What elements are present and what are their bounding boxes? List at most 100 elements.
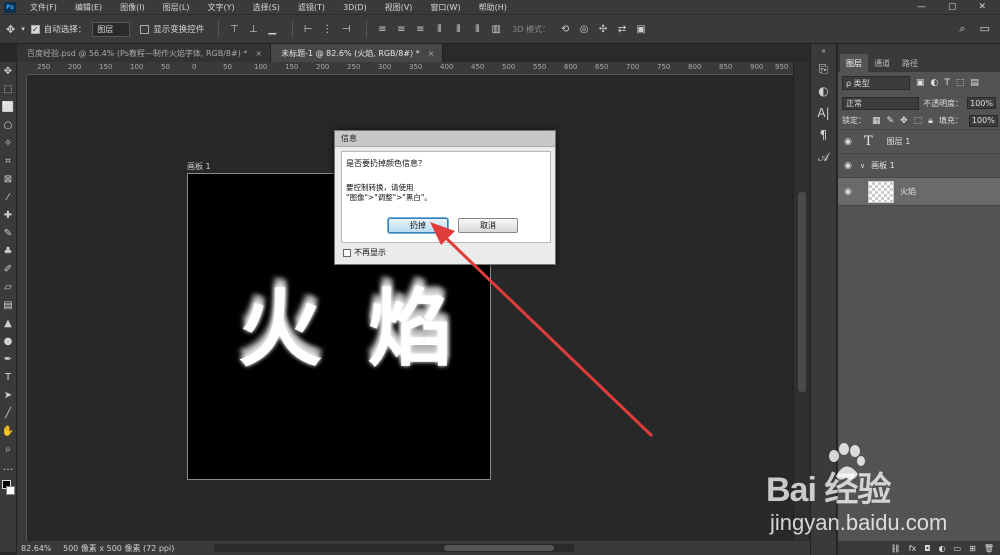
hand-tool-icon[interactable]: ✋ xyxy=(0,422,16,440)
eraser-tool-icon[interactable]: ▱ xyxy=(0,278,16,296)
menu-select[interactable]: 选择(S) xyxy=(245,2,290,13)
tab-layers[interactable]: 图层 xyxy=(840,54,868,72)
slide-3d-icon[interactable]: ⇄ xyxy=(615,23,629,35)
lock-pixels-icon[interactable]: ✎ xyxy=(887,116,895,126)
distribute-left-icon[interactable]: ⦀ xyxy=(432,23,446,35)
tab-paths[interactable]: 路径 xyxy=(896,54,924,72)
tab-close-button[interactable]: × xyxy=(428,49,435,58)
align-bottom-icon[interactable]: ▁ xyxy=(265,23,279,35)
crop-tool-icon[interactable]: ⌗ xyxy=(0,152,16,170)
dodge-tool-icon[interactable]: ● xyxy=(0,332,16,350)
menu-type[interactable]: 文字(Y) xyxy=(199,2,244,13)
layer-row[interactable]: ◉ ∨ 画板 1 xyxy=(838,154,1000,178)
dont-show-again-checkbox[interactable] xyxy=(343,248,351,257)
adjustments-panel-icon[interactable]: ◐ xyxy=(811,80,836,102)
frame-tool-icon[interactable]: ⊠ xyxy=(0,170,16,188)
history-brush-tool-icon[interactable]: ✐ xyxy=(0,260,16,278)
cancel-button[interactable]: 取消 xyxy=(458,218,518,233)
lasso-tool-icon[interactable]: ○ xyxy=(0,116,16,134)
adjustment-filter-icon[interactable]: ◐ xyxy=(931,78,939,88)
shape-filter-icon[interactable]: ⬚ xyxy=(956,78,965,88)
menu-window[interactable]: 窗口(W) xyxy=(422,2,470,13)
drag-3d-icon[interactable]: ✣ xyxy=(596,23,610,35)
type-filter-icon[interactable]: T xyxy=(944,78,950,88)
lock-position-icon[interactable]: ✥ xyxy=(900,116,908,126)
tab-untitled-1[interactable]: 未标题-1 @ 82.6% (火焰, RGB/8#) * × xyxy=(271,44,444,62)
align-vcenter-icon[interactable]: ⊥ xyxy=(246,23,260,35)
pen-tool-icon[interactable]: ✒ xyxy=(0,350,16,368)
menu-layer[interactable]: 图层(L) xyxy=(155,2,200,13)
blur-tool-icon[interactable]: ▲ xyxy=(0,314,16,332)
visibility-eye-icon[interactable]: ◉ xyxy=(838,161,858,171)
distribute-top-icon[interactable]: ≡ xyxy=(375,23,389,35)
scale-3d-icon[interactable]: ▣ xyxy=(634,23,648,35)
layer-row[interactable]: ◉ 火焰 xyxy=(838,178,1000,206)
brush-tool-icon[interactable]: ✎ xyxy=(0,224,16,242)
menu-filter[interactable]: 滤镜(T) xyxy=(290,2,335,13)
horizontal-scrollbar[interactable] xyxy=(214,544,575,552)
document-info[interactable]: 500 像素 x 500 像素 (72 ppi) xyxy=(57,543,174,554)
lock-all-icon[interactable]: 🔒︎ xyxy=(928,116,933,126)
line-tool-icon[interactable]: ╱ xyxy=(0,404,16,422)
stamp-tool-icon[interactable]: ♣ xyxy=(0,242,16,260)
scrollbar-thumb[interactable] xyxy=(444,545,555,551)
artboard-tool-icon[interactable]: ⬚ xyxy=(0,80,16,98)
menu-image[interactable]: 图像(I) xyxy=(112,2,155,13)
smart-object-filter-icon[interactable]: ▤ xyxy=(970,78,979,88)
character-panel-icon[interactable]: A| xyxy=(811,102,836,124)
menu-view[interactable]: 视图(V) xyxy=(377,2,423,13)
fill-field[interactable]: 100% xyxy=(968,114,998,127)
workspace-icon[interactable]: ▭ xyxy=(980,22,990,36)
magic-wand-tool-icon[interactable]: ✧ xyxy=(0,134,16,152)
distribute-bottom-icon[interactable]: ≡ xyxy=(413,23,427,35)
tab-channels[interactable]: 通道 xyxy=(868,54,896,72)
align-top-icon[interactable]: ⊤ xyxy=(227,23,241,35)
marquee-tool-icon[interactable]: ⬜ xyxy=(0,98,16,116)
gradient-tool-icon[interactable]: ▤ xyxy=(0,296,16,314)
minimize-button[interactable]: — xyxy=(917,2,926,12)
close-window-button[interactable]: ✕ xyxy=(978,2,986,12)
blend-mode-dropdown[interactable]: 正常 xyxy=(842,96,920,110)
pixel-filter-icon[interactable]: ▣ xyxy=(916,78,925,88)
scrollbar-thumb[interactable] xyxy=(798,192,806,392)
show-transform-checkbox[interactable] xyxy=(140,24,150,34)
auto-align-icon[interactable]: ▥ xyxy=(489,23,503,35)
roll-3d-icon[interactable]: ◎ xyxy=(577,23,591,35)
layer-kind-dropdown[interactable]: ρ 类型 xyxy=(842,76,910,90)
path-select-tool-icon[interactable]: ➤ xyxy=(0,386,16,404)
background-color-swatch[interactable] xyxy=(6,486,15,495)
lock-artboard-icon[interactable]: ⬚ xyxy=(914,116,923,126)
visibility-eye-icon[interactable]: ◉ xyxy=(838,137,858,147)
dont-show-again-row[interactable]: 不再显示 xyxy=(343,247,386,258)
orbit-3d-icon[interactable]: ⟲ xyxy=(558,23,572,35)
auto-select-dropdown[interactable]: 图层 xyxy=(92,21,131,37)
type-tool-icon[interactable]: T xyxy=(0,368,16,386)
menu-help[interactable]: 帮助(H) xyxy=(471,2,517,13)
move-tool-icon[interactable]: ✥ xyxy=(0,62,16,80)
distribute-vcenter-icon[interactable]: ≡ xyxy=(394,23,408,35)
zoom-tool-icon[interactable]: ⌕ xyxy=(0,440,16,458)
tab-baidu-psd[interactable]: 百度经验.psd @ 56.4% (Ps教程—制作火焰字体, RGB/8#) *… xyxy=(17,44,272,62)
move-tool-icon[interactable]: ✥ xyxy=(6,23,15,36)
maximize-button[interactable]: ▢ xyxy=(948,2,957,12)
search-icon[interactable]: ⌕ xyxy=(959,22,965,36)
more-tools-icon[interactable]: … xyxy=(0,458,16,476)
opacity-field[interactable]: 100% xyxy=(967,97,996,109)
paragraph-panel-icon[interactable]: ¶ xyxy=(811,124,836,146)
align-hcenter-icon[interactable]: ⋮ xyxy=(320,23,334,35)
lock-transparency-icon[interactable]: ▦ xyxy=(872,116,881,126)
align-right-icon[interactable]: ⊣ xyxy=(339,23,353,35)
distribute-right-icon[interactable]: ⦀ xyxy=(470,23,484,35)
auto-select-checkbox[interactable]: ✓ xyxy=(30,24,40,34)
tab-close-button[interactable]: × xyxy=(255,49,262,58)
menu-file[interactable]: 文件(F) xyxy=(22,2,67,13)
history-panel-icon[interactable]: ⎘ xyxy=(811,58,836,80)
zoom-level[interactable]: 82.64% xyxy=(17,544,57,553)
align-left-icon[interactable]: ⊢ xyxy=(301,23,315,35)
chevron-down-icon[interactable]: ▾ xyxy=(21,25,25,33)
discard-button[interactable]: 扔掉 xyxy=(388,218,448,233)
eyedropper-tool-icon[interactable]: ⁄ xyxy=(0,188,16,206)
menu-edit[interactable]: 编辑(E) xyxy=(67,2,112,13)
chevron-down-icon[interactable]: ∨ xyxy=(860,162,865,170)
distribute-hcenter-icon[interactable]: ⦀ xyxy=(451,23,465,35)
